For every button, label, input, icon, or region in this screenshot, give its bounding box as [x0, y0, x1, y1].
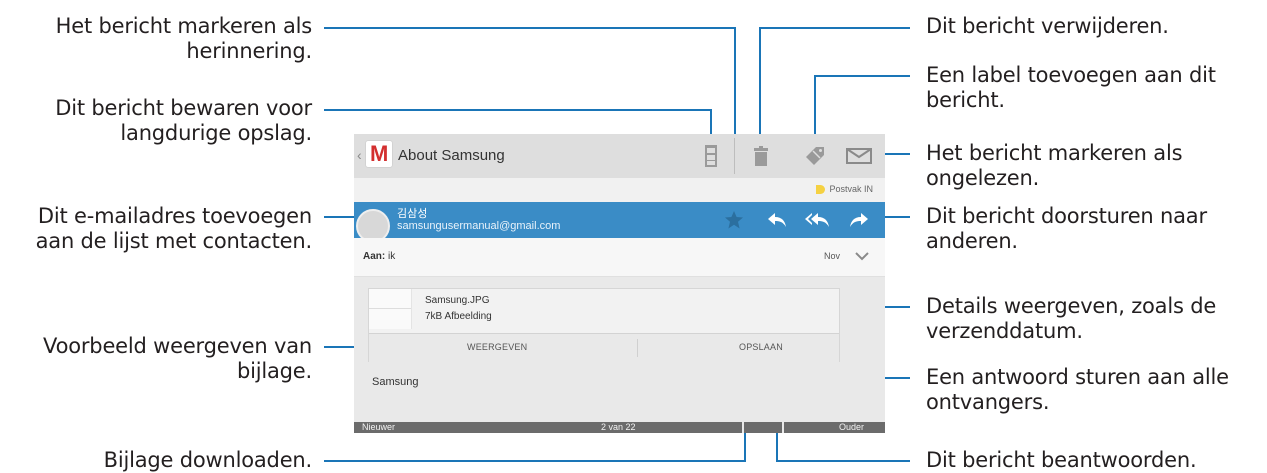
view-attachment-button[interactable]: WEERGEVEN — [467, 342, 527, 352]
back-caret-icon[interactable]: ‹ — [357, 147, 362, 163]
to-value: ik — [385, 251, 396, 262]
callout-details: Details weergeven, zoals de verzenddatum… — [926, 294, 1217, 343]
to-prefix: Aan: — [363, 251, 386, 262]
attachment-card: Samsung.JPG 7kB Afbeelding WEERGEVEN OPS… — [368, 288, 840, 362]
folder-row: Postvak IN — [354, 178, 885, 202]
recipient-label: Aan: ik — [363, 251, 395, 262]
archive-icon[interactable] — [700, 144, 722, 168]
line-label — [814, 75, 910, 142]
callout-add-contact: Dit e-mailadres toevoegen aan de lijst m… — [35, 204, 313, 253]
sender-name: 김삼성 — [397, 208, 428, 220]
recipient-row: Aan: ik Nov — [354, 238, 885, 277]
gmail-logo-letter: M — [370, 141, 389, 166]
message-position: 2 van 22 — [601, 422, 636, 432]
folder-label-text: Postvak IN — [829, 184, 873, 194]
attachment-thumbnail[interactable] — [369, 289, 412, 329]
attachment-filename: Samsung.JPG — [425, 295, 490, 306]
line-delete — [759, 27, 910, 142]
message-body: Samsung — [372, 376, 419, 388]
chevron-down-icon[interactable] — [854, 248, 870, 264]
forward-icon[interactable] — [848, 209, 870, 231]
label-tag-icon[interactable] — [804, 144, 826, 168]
callout-mark-reminder: Het bericht markeren als herinnering. — [55, 14, 313, 63]
footer-divider — [782, 422, 784, 433]
action-bar: ‹ M About Samsung — [354, 134, 885, 179]
gmail-logo[interactable]: M — [366, 141, 392, 167]
star-icon[interactable] — [723, 209, 745, 231]
folder-label[interactable]: Postvak IN — [816, 184, 873, 194]
message-date: Nov — [824, 251, 841, 261]
footer-divider — [742, 422, 744, 433]
callout-archive: Dit bericht bewaren voor langdurige opsl… — [55, 96, 312, 145]
newer-button[interactable]: Nieuwer — [362, 422, 395, 433]
folder-tag-icon — [816, 184, 826, 194]
callout-forward: Dit bericht doorsturen naar anderen. — [926, 204, 1207, 253]
callout-delete: Dit bericht verwijderen. — [926, 14, 1169, 38]
callout-reply: Dit bericht beantwoorden. — [926, 448, 1197, 472]
save-attachment-button[interactable]: OPSLAAN — [739, 342, 783, 352]
reply-icon[interactable] — [766, 209, 788, 231]
mark-unread-icon[interactable] — [846, 144, 872, 168]
callout-reply-all: Een antwoord sturen aan alle ontvangers. — [926, 365, 1229, 414]
action-divider — [734, 138, 735, 174]
trash-icon[interactable] — [750, 144, 772, 168]
callout-preview-attachment: Voorbeeld weergeven van bijlage. — [43, 334, 312, 383]
sender-email: samsungusermanual@gmail.com — [397, 220, 561, 232]
email-screen: ‹ M About Samsung Postvak IN 김삼성 samsung… — [354, 134, 885, 433]
pager-footer: Nieuwer 2 van 22 Ouder — [354, 422, 885, 433]
app-title: About Samsung — [398, 147, 505, 164]
callout-download-attachment: Bijlage downloaden. — [103, 448, 313, 472]
attachment-action-divider — [637, 339, 638, 357]
sender-header: 김삼성 samsungusermanual@gmail.com — [354, 202, 885, 243]
attachment-size: 7kB Afbeelding — [425, 311, 492, 322]
attachment-actions: WEERGEVEN OPSLAAN — [369, 333, 839, 362]
reply-all-icon[interactable] — [804, 209, 830, 231]
callout-add-label: Een label toevoegen aan dit bericht. — [926, 63, 1216, 112]
callout-mark-unread: Het bericht markeren als ongelezen. — [926, 141, 1183, 190]
older-button[interactable]: Ouder — [839, 422, 864, 433]
